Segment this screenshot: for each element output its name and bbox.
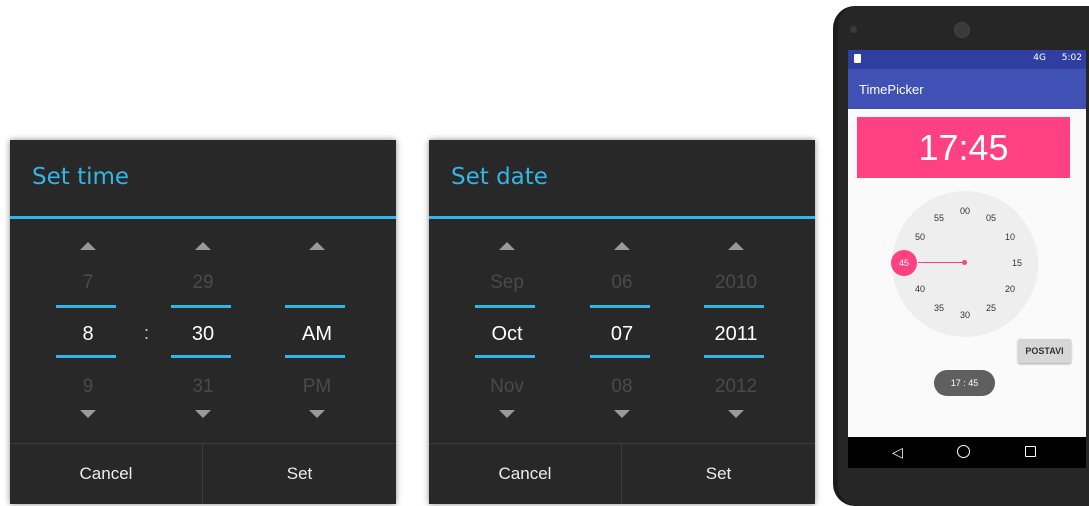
- selection-line-bottom: [475, 355, 535, 358]
- clock-hand: [918, 262, 965, 263]
- decrement-arrow-icon[interactable]: [195, 410, 211, 418]
- hour-current[interactable]: 8: [48, 323, 128, 346]
- home-icon[interactable]: [957, 445, 970, 458]
- time-header: 17:45: [857, 117, 1070, 178]
- clock-center-dot: [962, 260, 967, 265]
- dial-number-25[interactable]: 25: [981, 303, 1001, 313]
- year-current[interactable]: 2011: [696, 323, 776, 346]
- dial-number-00[interactable]: 00: [955, 206, 975, 216]
- navigation-bar: ◁: [848, 437, 1086, 468]
- increment-arrow-icon[interactable]: [80, 242, 96, 250]
- month-next[interactable]: Nov: [467, 376, 547, 398]
- dial-number-35[interactable]: 35: [929, 303, 949, 313]
- status-time: 5:02: [1061, 53, 1082, 63]
- decrement-arrow-icon[interactable]: [80, 410, 96, 418]
- time-display[interactable]: 17:45: [857, 127, 1070, 169]
- set-button[interactable]: Set: [622, 444, 815, 504]
- set-date-dialog: Set date Sep Oct Nov 06 07 08 2010 2011 …: [429, 140, 815, 504]
- set-time-dialog: Set time 7 8 9 : 29 30 31 AM PM Cancel S…: [10, 140, 396, 504]
- dial-number-15[interactable]: 15: [1007, 258, 1027, 268]
- selection-line-top: [590, 305, 650, 308]
- selected-minute-marker[interactable]: 45: [891, 250, 917, 276]
- selection-line-bottom: [704, 355, 764, 358]
- increment-arrow-icon[interactable]: [728, 242, 744, 250]
- selection-line-top: [171, 305, 231, 308]
- clock-dial[interactable]: 45 00 05 10 15 20 25 30 35 40 50 55: [891, 191, 1038, 337]
- dial-number-55[interactable]: 55: [929, 213, 949, 223]
- dial-number-05[interactable]: 05: [981, 213, 1001, 223]
- dial-number-10[interactable]: 10: [1000, 232, 1020, 242]
- phone-device: 4G 5:02 TimePicker 17:45 45 00 05 10 15 20 25…: [833, 6, 1089, 506]
- app-title: TimePicker: [859, 82, 924, 97]
- phone-screen: 4G 5:02 TimePicker 17:45 45 00 05 10 15 20 25…: [848, 50, 1086, 468]
- month-current[interactable]: Oct: [467, 323, 547, 346]
- back-icon[interactable]: ◁: [892, 445, 903, 461]
- minute-prev[interactable]: 29: [163, 272, 243, 294]
- year-prev[interactable]: 2010: [696, 272, 776, 294]
- postavi-button[interactable]: POSTAVI: [1018, 339, 1071, 363]
- cancel-button[interactable]: Cancel: [429, 444, 622, 504]
- dial-number-30[interactable]: 30: [955, 310, 975, 320]
- decrement-arrow-icon[interactable]: [309, 410, 325, 418]
- month-prev[interactable]: Sep: [467, 272, 547, 294]
- status-bar: 4G 5:02: [848, 50, 1086, 69]
- day-prev[interactable]: 06: [582, 272, 662, 294]
- decrement-arrow-icon[interactable]: [728, 410, 744, 418]
- minute-next[interactable]: 31: [163, 376, 243, 398]
- day-picker[interactable]: 06 07 08: [582, 219, 662, 443]
- selection-line-bottom: [590, 355, 650, 358]
- cancel-button[interactable]: Cancel: [10, 444, 203, 504]
- ampm-next[interactable]: PM: [277, 376, 357, 398]
- hour-next[interactable]: 9: [48, 376, 128, 398]
- app-bar: TimePicker: [848, 69, 1086, 109]
- selection-line-top: [704, 305, 764, 308]
- selection-line-bottom: [285, 355, 345, 358]
- day-next[interactable]: 08: [582, 376, 662, 398]
- increment-arrow-icon[interactable]: [614, 242, 630, 250]
- selection-line-bottom: [171, 355, 231, 358]
- day-current[interactable]: 07: [582, 323, 662, 346]
- increment-arrow-icon[interactable]: [499, 242, 515, 250]
- decrement-arrow-icon[interactable]: [614, 410, 630, 418]
- dial-number-40[interactable]: 40: [910, 284, 930, 294]
- set-button[interactable]: Set: [203, 444, 396, 504]
- dialog-button-bar: Cancel Set: [10, 443, 396, 504]
- increment-arrow-icon[interactable]: [195, 242, 211, 250]
- selection-line-top: [475, 305, 535, 308]
- dialog-title: Set date: [451, 164, 548, 190]
- dial-number-20[interactable]: 20: [1000, 284, 1020, 294]
- increment-arrow-icon[interactable]: [309, 242, 325, 250]
- camera-icon: [954, 22, 970, 38]
- ampm-picker[interactable]: AM PM: [277, 219, 357, 443]
- dialog-button-bar: Cancel Set: [429, 443, 815, 504]
- hour-prev[interactable]: 7: [48, 272, 128, 294]
- time-toast: 17 : 45: [934, 370, 995, 396]
- month-picker[interactable]: Sep Oct Nov: [467, 219, 547, 443]
- selection-line-top: [285, 305, 345, 308]
- time-separator: :: [144, 323, 150, 343]
- ampm-current[interactable]: AM: [277, 323, 357, 346]
- minute-current[interactable]: 30: [163, 323, 243, 346]
- decrement-arrow-icon[interactable]: [499, 410, 515, 418]
- minute-picker[interactable]: 29 30 31: [163, 219, 243, 443]
- signal-indicator: 4G: [1033, 53, 1046, 63]
- year-picker[interactable]: 2010 2011 2012: [696, 219, 776, 443]
- selection-line-top: [56, 305, 116, 308]
- sd-card-icon: [854, 54, 861, 63]
- year-next[interactable]: 2012: [696, 376, 776, 398]
- sensor-dot-icon: [850, 26, 857, 33]
- recents-icon[interactable]: [1025, 446, 1036, 457]
- hour-picker[interactable]: 7 8 9: [48, 219, 128, 443]
- selection-line-bottom: [56, 355, 116, 358]
- dial-number-50[interactable]: 50: [910, 232, 930, 242]
- dialog-title: Set time: [32, 164, 130, 190]
